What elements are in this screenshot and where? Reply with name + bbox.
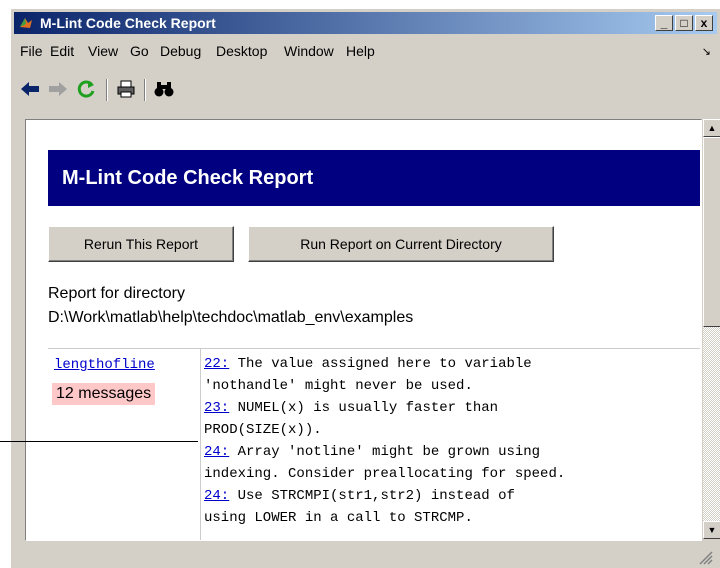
toolbar-separator [144,79,146,101]
message-count-badge: 12 messages [52,383,156,405]
menu-help[interactable]: Help [346,43,375,59]
scroll-down-button[interactable]: ▼ [703,521,720,539]
refresh-icon[interactable] [74,77,98,101]
file-link[interactable]: lengthofline [54,357,155,373]
line-link[interactable]: 23: [204,400,229,416]
directory-label: Report for directory [48,285,185,302]
menu-view[interactable]: View [88,43,118,59]
menu-bar: File Edit View Go Debug Desktop Window H… [14,41,717,63]
toolbar-separator [106,79,108,101]
toolbar [14,73,717,103]
report-banner: M-Lint Code Check Report [48,150,700,206]
back-arrow-icon[interactable] [18,77,42,101]
results-table: lengthofline 12 messages 22: The value a… [48,348,700,540]
status-bar [14,541,717,567]
menu-go[interactable]: Go [130,43,149,59]
line-link[interactable]: 24: [204,488,229,504]
title-bar[interactable]: M-Lint Code Check Report _ □ x [14,12,717,34]
line-link[interactable]: 24: [204,444,229,460]
report-content[interactable]: M-Lint Code Check Report Rerun This Repo… [25,119,702,541]
resize-grip-icon[interactable] [699,551,713,565]
message-text: Array 'notline' might be grown using ind… [204,444,566,482]
message-text: Use STRCMPI(str1,str2) instead of using … [204,488,515,526]
print-icon[interactable] [114,77,138,101]
directory-info: Report for directory D:\Work\matlab\help… [48,282,413,330]
find-binoculars-icon[interactable] [152,77,176,101]
menu-desktop[interactable]: Desktop [216,43,267,59]
window-title: M-Lint Code Check Report [40,15,216,31]
directory-path: D:\Work\matlab\help\techdoc\matlab_env\e… [48,309,414,326]
message-text: The value assigned here to variable 'not… [204,356,532,394]
rerun-report-button[interactable]: Rerun This Report [48,226,234,262]
scroll-up-button[interactable]: ▲ [703,119,720,137]
menu-overflow-icon[interactable]: ↘ [702,45,711,58]
forward-arrow-icon[interactable] [46,77,70,101]
run-current-directory-button[interactable]: Run Report on Current Directory [248,226,554,262]
matlab-logo-icon [20,18,32,28]
menu-file[interactable]: File [20,43,43,59]
maximize-button[interactable]: □ [675,15,693,31]
minimize-button[interactable]: _ [655,15,673,31]
line-link[interactable]: 22: [204,356,229,372]
message-text: NUMEL(x) is usually faster than PROD(SIZ… [204,400,499,438]
menu-debug[interactable]: Debug [160,43,201,59]
close-button[interactable]: x [695,15,713,31]
menu-edit[interactable]: Edit [50,43,74,59]
message-list: 22: The value assigned here to variable … [204,353,701,529]
vertical-scrollbar[interactable]: ▲ ▼ [703,119,720,539]
callout-line [0,441,198,442]
menu-window[interactable]: Window [284,43,334,59]
column-divider [200,349,201,540]
scroll-thumb[interactable] [703,137,720,327]
report-window: M-Lint Code Check Report _ □ x File Edit… [10,8,720,568]
